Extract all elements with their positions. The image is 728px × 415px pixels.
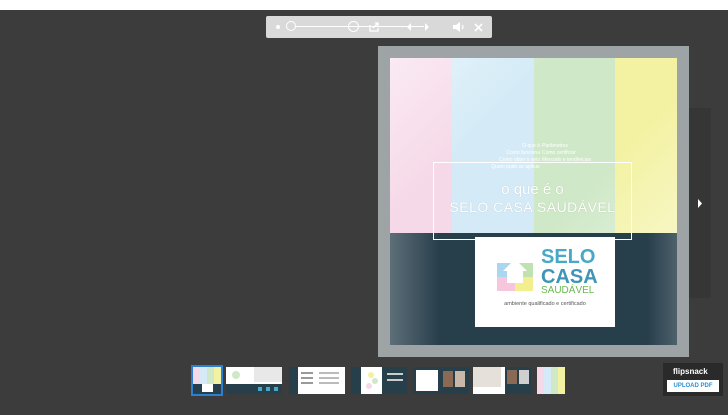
logo-word-saudavel: SAUDÁVEL xyxy=(541,285,595,296)
next-page-icon[interactable] xyxy=(420,20,434,34)
selo-logo-card: SELO CASA SAUDÁVEL ambiente qualificado … xyxy=(475,237,615,327)
logo-word-selo: SELO xyxy=(541,246,596,268)
thumb-back[interactable] xyxy=(537,367,565,394)
thumb-page-4-5[interactable] xyxy=(289,367,345,394)
volume-icon[interactable] xyxy=(452,20,466,34)
toc-item: Como funciona xyxy=(506,150,540,156)
upload-pdf-button[interactable]: UPLOAD PDF xyxy=(667,380,719,392)
thumb-page-8-9[interactable] xyxy=(413,367,469,394)
share-icon[interactable] xyxy=(367,20,381,34)
close-icon[interactable] xyxy=(471,20,485,34)
zoom-in-icon[interactable] xyxy=(348,21,359,32)
cover-title-line1: o que é o xyxy=(501,181,564,198)
top-strip xyxy=(0,0,728,10)
viewer-toolbar xyxy=(266,16,492,38)
toc-item: Parâmetros xyxy=(542,143,568,149)
prev-page-icon[interactable] xyxy=(402,20,416,34)
toc-right: Parâmetros Como certificar Mercado e ten… xyxy=(542,143,632,164)
toc-item: Como certificar xyxy=(542,150,576,156)
house-logo-icon xyxy=(497,259,533,291)
toc-item: O que é xyxy=(522,143,540,149)
next-page-arrow[interactable] xyxy=(689,108,711,298)
cover-title-line2: SELO CASA SAUDÁVEL xyxy=(449,199,616,215)
book-cover[interactable]: O que é Como funciona Como obter o selo … xyxy=(378,46,689,357)
logo-word-casa: CASA xyxy=(541,266,598,288)
thumb-cover[interactable] xyxy=(191,365,223,396)
cover-page: O que é Como funciona Como obter o selo … xyxy=(390,58,677,345)
zoom-slider-knob[interactable] xyxy=(286,21,296,31)
logo-tagline: ambiente qualificado e certificado xyxy=(504,301,586,307)
page-shadow-left xyxy=(390,233,440,345)
thumb-page-2-3[interactable] xyxy=(226,367,282,394)
cover-title-box: o que é o SELO CASA SAUDÁVEL xyxy=(433,162,632,240)
thumb-page-6-7[interactable] xyxy=(351,367,407,394)
thumb-page-10-11[interactable] xyxy=(473,367,531,394)
flipsnack-panel: flipsnack UPLOAD PDF xyxy=(663,363,723,396)
flipsnack-logo[interactable]: flipsnack xyxy=(673,367,708,376)
chevron-right-icon xyxy=(698,198,702,208)
page-shadow-right xyxy=(647,233,677,345)
zoom-out-icon[interactable] xyxy=(276,25,280,29)
